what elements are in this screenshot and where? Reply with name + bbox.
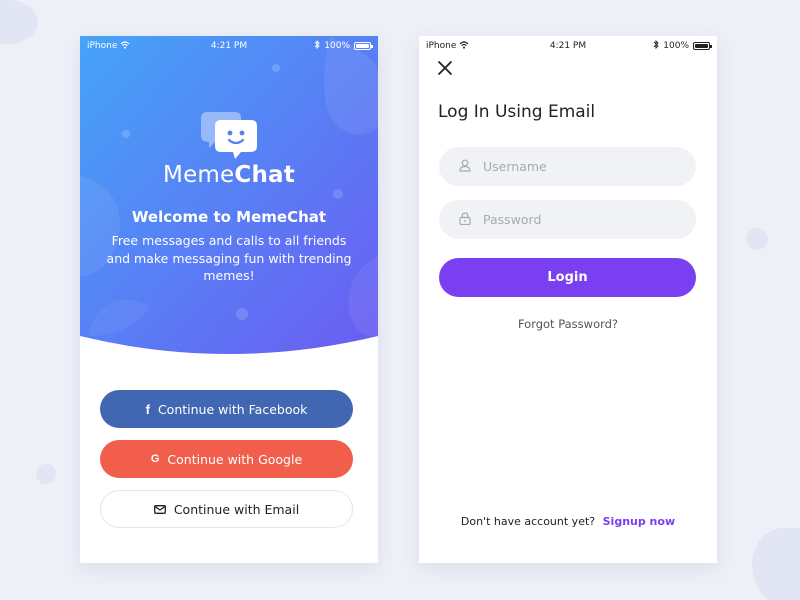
welcome-title: Welcome to MemeChat [131,208,327,226]
login-button[interactable]: Login [439,258,696,297]
username-field[interactable] [439,147,696,186]
facebook-button-label: Continue with Facebook [157,401,308,417]
google-button-label: Continue with Google [167,451,303,467]
status-bar: iPhone 4:21 PM 100% [419,36,717,56]
hero-banner [80,36,378,356]
wifi-icon [459,40,469,52]
battery-icon [354,42,373,50]
battery-percent: 100% [324,41,350,51]
carrier-label: iPhone [426,41,457,51]
envelope-icon [153,502,166,517]
bluetooth-icon [653,39,659,52]
lock-icon [459,210,471,229]
signup-row: Don't have account yet? Signup now [419,515,717,528]
wifi-icon [120,40,130,52]
google-icon: G [150,453,160,465]
continue-email-button[interactable]: Continue with Email [100,490,353,528]
facebook-icon: f [145,401,150,417]
brand-part2: Chat [234,162,295,188]
password-field[interactable] [439,200,696,239]
username-input[interactable] [483,159,673,174]
status-bar: iPhone 4:21 PM 100% [80,36,378,56]
close-icon[interactable] [436,59,454,77]
app-brand: MemeChat [80,162,378,188]
welcome-screen: iPhone 4:21 PM 100% MemeChat Welcome to … [80,36,378,563]
welcome-subtitle: Free messages and calls to all friends a… [106,233,352,283]
login-screen: iPhone 4:21 PM 100% Log In Using Email L… [419,36,717,563]
email-button-label: Continue with Email [173,501,300,517]
background-dot [746,228,768,250]
carrier-label: iPhone [87,41,118,51]
password-input[interactable] [483,212,673,227]
user-icon [459,157,471,176]
signup-link[interactable]: Signup now [603,515,675,528]
background-blob [752,528,800,600]
status-time: 4:21 PM [549,41,587,51]
forgot-password-link[interactable]: Forgot Password? [419,317,717,331]
battery-icon [693,42,712,50]
brand-part1: Meme [163,162,235,188]
status-time: 4:21 PM [210,41,248,51]
background-blob [0,0,38,44]
continue-facebook-button[interactable]: f Continue with Facebook [100,390,353,428]
background-dot [36,464,56,484]
page-title: Log In Using Email [438,102,596,122]
bluetooth-icon [314,39,320,52]
continue-google-button[interactable]: G Continue with Google [100,440,353,478]
no-account-text: Don't have account yet? [460,515,596,528]
battery-percent: 100% [663,41,689,51]
chat-bubble-face-icon [201,106,259,164]
